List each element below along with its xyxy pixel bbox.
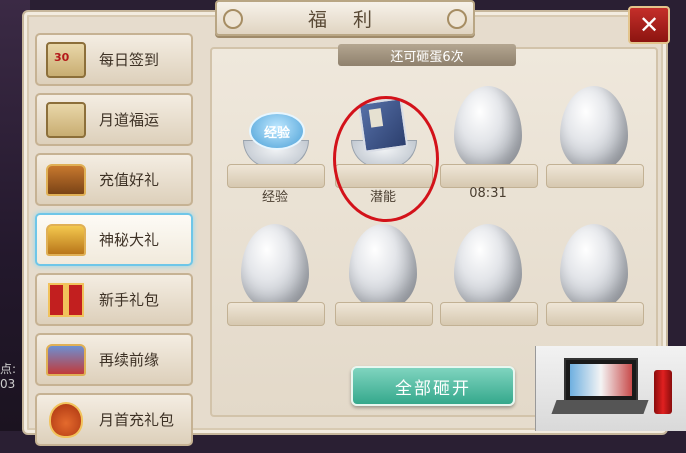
open-all-button[interactable]: 全部砸开 — [351, 366, 515, 406]
laptop-ad-image — [535, 346, 686, 431]
sidebar-item-label: 充值好礼 — [99, 171, 160, 189]
page-title: 福 利 — [307, 8, 383, 31]
close-icon: ✕ — [638, 11, 660, 39]
sidebar-item-monthly-fortune[interactable]: 月道福运 — [35, 93, 193, 146]
sidebar-item-recharge-gift[interactable]: 充值好礼 — [35, 153, 193, 206]
soda-can-icon — [654, 370, 672, 414]
pedestal — [227, 302, 325, 326]
slot-label: 经验 — [261, 190, 288, 205]
egg-icon — [454, 224, 522, 310]
yin-yang-scroll-icon — [45, 100, 87, 140]
calendar-scroll-icon: 30 — [45, 40, 87, 80]
highlight-circle — [333, 96, 439, 222]
egg-slot[interactable] — [225, 218, 325, 338]
egg-slot[interactable] — [544, 218, 644, 338]
sidebar-item-label: 每日签到 — [99, 51, 160, 69]
pedestal — [335, 302, 433, 326]
laptop-base — [551, 400, 649, 414]
laptop-icon — [564, 358, 638, 404]
sidebar: 30 每日签到 月道福运 充值好礼 神秘大礼 新手礼包 再续前缘 月首充礼包 — [35, 33, 193, 453]
remaining-smash-count: 还可砸蛋6次 — [338, 44, 516, 66]
egg-icon — [560, 224, 628, 310]
title-ornament-icon — [447, 9, 467, 29]
sidebar-item-first-recharge[interactable]: 月首充礼包 — [35, 393, 193, 446]
sidebar-item-mystery-gift[interactable]: 神秘大礼 — [35, 213, 193, 266]
sidebar-item-newbie-pack[interactable]: 新手礼包 — [35, 273, 193, 326]
pedestal — [546, 302, 644, 326]
egg-slot[interactable] — [333, 218, 433, 338]
gift-basket-icon — [45, 340, 87, 380]
sidebar-item-label: 月道福运 — [99, 111, 160, 129]
egg-slot[interactable]: 08:31 — [438, 80, 538, 201]
pedestal — [440, 164, 538, 188]
pedestal — [227, 164, 325, 188]
egg-slot[interactable] — [438, 218, 538, 338]
sidebar-item-label: 神秘大礼 — [99, 231, 160, 249]
egg-icon — [349, 224, 417, 310]
sidebar-item-label: 月首充礼包 — [99, 411, 175, 429]
title-bar: 福 利 — [215, 0, 475, 36]
treasure-chest-icon — [45, 160, 87, 200]
egg-timer: 08:31 — [469, 186, 507, 201]
sidebar-item-label: 新手礼包 — [99, 291, 160, 309]
gift-box-icon — [45, 280, 87, 320]
sidebar-item-daily-signin[interactable]: 30 每日签到 — [35, 33, 193, 86]
egg-icon — [241, 224, 309, 310]
pedestal — [546, 164, 644, 188]
egg-icon — [560, 86, 628, 172]
egg-slot[interactable] — [544, 80, 644, 200]
sidebar-item-label: 再续前缘 — [99, 351, 160, 369]
lucky-bag-icon — [45, 400, 87, 440]
egg-icon — [454, 86, 522, 172]
exp-icon: 经验 — [249, 112, 305, 150]
golden-chest-icon — [45, 220, 87, 260]
title-ornament-icon — [223, 9, 243, 29]
pedestal — [440, 302, 538, 326]
sidebar-item-reunion[interactable]: 再续前缘 — [35, 333, 193, 386]
reward-slot-exp[interactable]: 经验 经验 — [225, 80, 325, 205]
chat-snippet: 点: 03 — [0, 362, 17, 391]
close-button[interactable]: ✕ — [628, 6, 670, 44]
